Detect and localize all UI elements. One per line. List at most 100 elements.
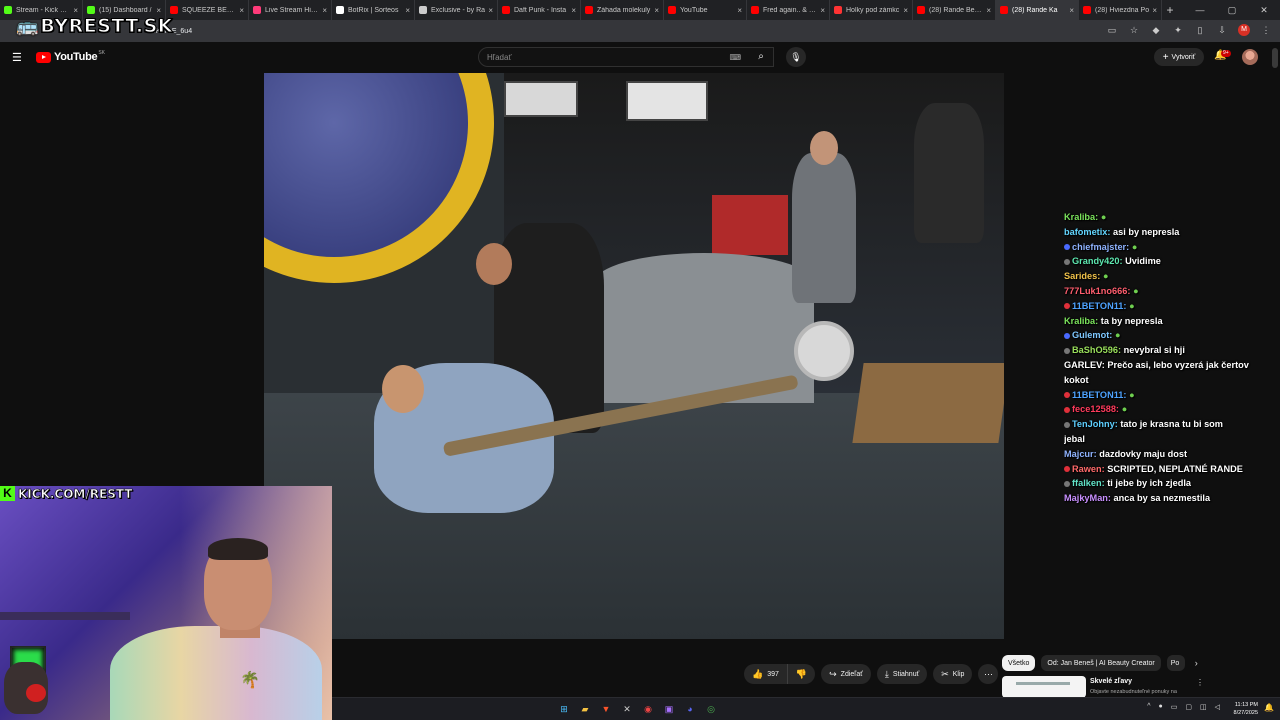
tab-close-icon[interactable]: × [488, 6, 493, 15]
sponsored-card[interactable]: Skvelé zľavy Objavte nezabudnuteľné ponu… [1002, 676, 1272, 698]
chat-message: fece12588: ● [1064, 402, 1274, 417]
browser-tab[interactable]: Live Stream Histo × [249, 0, 332, 20]
tab-close-icon[interactable]: × [571, 6, 576, 15]
dislike-button[interactable]: 👎 [787, 664, 816, 684]
new-tab-button[interactable]: + [1162, 3, 1178, 17]
taskbar-time: 11:13 PM [1234, 702, 1258, 708]
region-code: SK [98, 50, 105, 56]
browser-tab[interactable]: Fred again.. & Ba × [747, 0, 830, 20]
create-button[interactable]: + Vytvoriť [1154, 48, 1204, 66]
file-explorer-icon[interactable]: ▰ [577, 701, 593, 717]
video-player[interactable] [264, 73, 1004, 639]
discord-icon[interactable]: ◕ [682, 701, 698, 717]
puzzle-icon[interactable]: ✦ [1172, 24, 1184, 36]
browser-tab-strip: Stream - Kick Das × (15) Dashboard / × SQUEE… [0, 0, 1280, 20]
tab-close-icon[interactable]: × [820, 6, 825, 15]
cast-icon[interactable]: ▭ [1106, 24, 1118, 36]
extension-icon[interactable]: ◆ [1150, 24, 1162, 36]
video-scene-fan [794, 321, 854, 381]
tab-close-icon[interactable]: × [405, 6, 410, 15]
chat-username: ffalken: [1072, 478, 1105, 489]
display-icon[interactable]: ▢ [1185, 703, 1192, 711]
close-window-icon[interactable]: ✕ [1248, 0, 1280, 20]
notification-bell-icon[interactable]: 🔔 [1264, 703, 1274, 712]
chip-truncated[interactable]: Po [1166, 655, 1185, 671]
tab-close-icon[interactable]: × [903, 6, 908, 15]
video-scene-host [476, 243, 512, 285]
browser-tab[interactable]: (28) Rande Ka × [996, 0, 1079, 20]
browser-tab[interactable]: Daft Punk - Insta × [498, 0, 581, 20]
scissors-icon: ✂ [941, 668, 949, 679]
chrome-icon[interactable]: ◎ [703, 701, 719, 717]
twitch-icon[interactable]: ▣ [661, 701, 677, 717]
terminal-icon[interactable]: ✕ [619, 701, 635, 717]
chat-message: jebal [1064, 432, 1274, 447]
browser-tab[interactable]: BotRix | Sorteos × [332, 0, 415, 20]
keyboard-icon[interactable]: ⌨ [729, 53, 741, 62]
browser-tab[interactable]: Holky pod zámkc × [830, 0, 913, 20]
voice-search-icon[interactable]: 🎙 [786, 47, 806, 67]
download-icon[interactable]: ⇩ [1216, 24, 1228, 36]
clip-button[interactable]: ✂ Klip [933, 664, 973, 684]
chat-message: Kraliba: ● [1064, 210, 1274, 225]
tab-close-icon[interactable]: × [1152, 6, 1157, 15]
search-input[interactable]: Hľadať ⌨ [478, 47, 774, 67]
more-vert-icon[interactable]: ⋮ [1196, 678, 1204, 687]
ad-title[interactable]: Skvelé zľavy [1090, 678, 1132, 698]
tab-close-icon[interactable]: × [239, 6, 244, 15]
chat-text: ta by nepresla [1100, 315, 1163, 326]
video-scene-contestant [382, 365, 424, 413]
taskbar-clock[interactable]: 11:13 PM 8/27/2025 [1234, 701, 1258, 717]
browser-address-bar[interactable]: 0K7khE_6u4 ▭ ☆ ◆ ✦ ▯ ⇩ M ⋮ [0, 20, 1280, 42]
chat-message: 11BETON11: ● [1064, 388, 1274, 403]
minimize-icon[interactable]: — [1184, 0, 1216, 20]
brave-browser-icon[interactable]: ▼ [598, 701, 614, 717]
tab-close-icon[interactable]: × [737, 6, 742, 15]
chat-username: fece12588: [1072, 404, 1119, 415]
browser-tab[interactable]: YouTube × [664, 0, 747, 20]
volume-icon[interactable]: ◁ [1215, 703, 1220, 711]
microphone-icon[interactable]: ● [1159, 703, 1163, 711]
usb-icon[interactable]: ▭ [1171, 703, 1178, 711]
chat-message: bafometix: asi by nepresla [1064, 225, 1274, 240]
like-button[interactable]: 👍 397 [744, 664, 788, 684]
download-label: Stiahnuť [892, 670, 920, 678]
youtube-logo[interactable]: YouTube SK [36, 50, 105, 63]
screen: Stream - Kick Das × (15) Dashboard / × SQUEE… [0, 0, 1280, 720]
tab-close-icon[interactable]: × [654, 6, 659, 15]
windows-start-icon[interactable]: ⊞ [556, 701, 572, 717]
tab-favicon-icon [1000, 6, 1008, 14]
chip-from-channel[interactable]: Od: Jan Beneš | AI Beauty Creator [1041, 655, 1161, 671]
tab-close-icon[interactable]: × [986, 6, 991, 15]
obs-icon[interactable]: ◉ [640, 701, 656, 717]
chip-all[interactable]: Všetko [1002, 655, 1036, 671]
kick-channel-url: KICK.COM/RESTT [18, 486, 133, 501]
share-button[interactable]: ↪ Zdieľať [821, 664, 871, 684]
hamburger-menu-icon[interactable]: ☰ [12, 51, 24, 64]
user-avatar[interactable] [1242, 49, 1258, 65]
tab-close-icon[interactable]: × [1069, 6, 1074, 15]
tab-favicon-icon [917, 6, 925, 14]
browser-tab[interactable]: Záhada molekuly × [581, 0, 664, 20]
browser-tab[interactable]: (28) Rande Benny × [913, 0, 996, 20]
search-button[interactable]: ⌕ [748, 47, 774, 67]
bookmark-star-icon[interactable]: ☆ [1128, 24, 1140, 36]
menu-dots-icon[interactable]: ⋮ [1260, 24, 1272, 36]
browser-tab[interactable]: Exclusive - by Ra × [415, 0, 498, 20]
more-actions-button[interactable]: ⋯ [978, 664, 999, 684]
profile-avatar[interactable]: M [1238, 24, 1250, 36]
maximize-icon[interactable]: ▢ [1216, 0, 1248, 20]
page-scrollbar[interactable] [1272, 48, 1278, 68]
chevron-up-icon[interactable]: ^ [1147, 703, 1150, 711]
network-icon[interactable]: ◫ [1200, 703, 1207, 711]
tab-close-icon[interactable]: × [322, 6, 327, 15]
tab-title: YouTube [680, 6, 708, 14]
browser-tab[interactable]: SQUEEZE BENZ D× [166, 0, 249, 20]
download-button[interactable]: ⤓ Stiahnuť [876, 664, 928, 684]
browser-tab[interactable]: (28) Hviezdna Po × [1079, 0, 1162, 20]
sidebar-icon[interactable]: ▯ [1194, 24, 1206, 36]
chevron-right-icon[interactable]: › [1195, 658, 1198, 668]
tab-favicon-icon [834, 6, 842, 14]
ad-thumbnail[interactable] [1002, 676, 1086, 698]
taskbar-date: 8/27/2025 [1233, 710, 1258, 716]
